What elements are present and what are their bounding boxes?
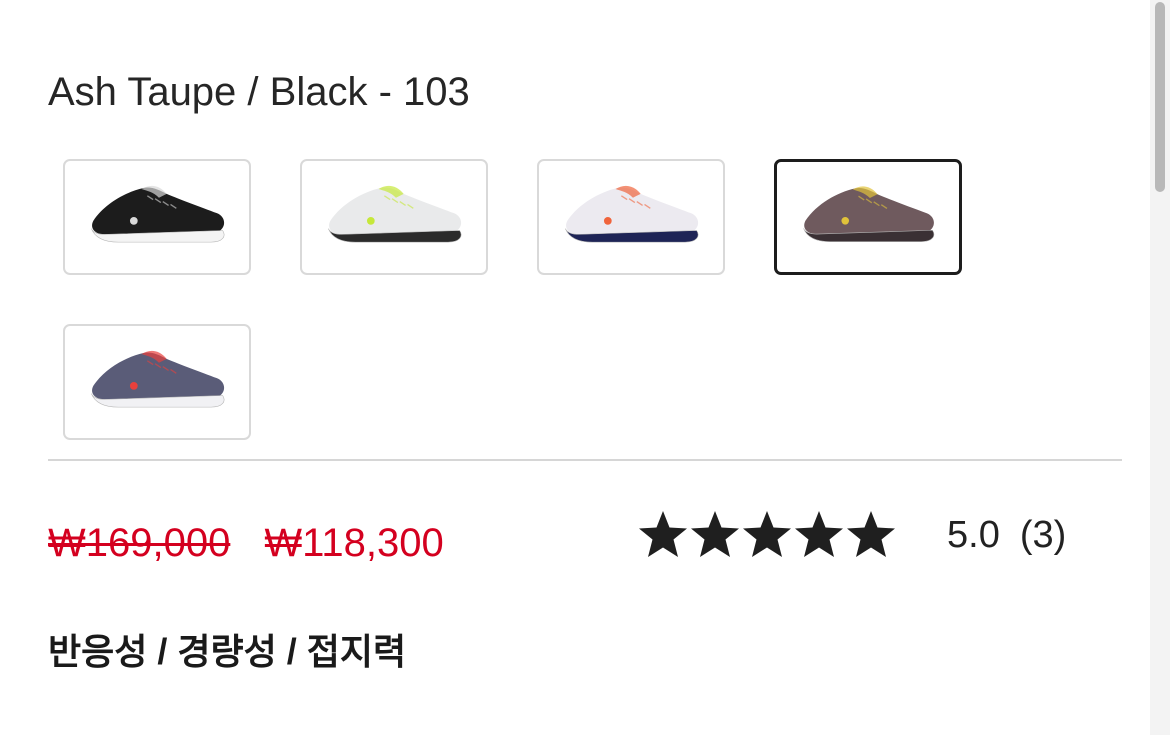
rating-stars [637, 509, 897, 561]
star-icon [639, 511, 687, 557]
original-price: ₩169,000 [48, 520, 231, 565]
star-icon [691, 511, 739, 557]
selected-color-name: Ash Taupe / Black - 103 [48, 70, 470, 114]
color-swatch-grey-blue-red[interactable] [63, 324, 251, 440]
color-swatch-black[interactable] [63, 159, 251, 275]
price-block: ₩169,000 ₩118,300 [48, 515, 444, 571]
star-icon [743, 511, 791, 557]
vertical-scrollbar[interactable] [1150, 0, 1170, 735]
scrollbar-thumb[interactable] [1155, 2, 1165, 192]
color-swatch-ash-taupe[interactable] [774, 159, 962, 275]
white-navy-orange-shoe-icon [565, 185, 699, 243]
white-volt-shoe-icon [328, 185, 462, 243]
rating-value: 5.0 [947, 513, 1000, 556]
review-count[interactable]: (3) [1020, 514, 1066, 557]
ash-taupe-shoe-icon [803, 186, 935, 242]
star-icon [847, 511, 895, 557]
grey-blue-red-shoe-icon [91, 350, 225, 408]
product-features: 반응성 / 경량성 / 접지력 [48, 631, 407, 672]
color-swatch-white-navy-orange[interactable] [537, 159, 725, 275]
sale-price: ₩118,300 [264, 520, 444, 565]
rating-summary[interactable]: 5.0 (3) [637, 505, 1066, 565]
section-divider [48, 459, 1122, 461]
star-icon [795, 511, 843, 557]
black-white-shoe-icon [91, 185, 225, 243]
color-swatch-white-volt[interactable] [300, 159, 488, 275]
